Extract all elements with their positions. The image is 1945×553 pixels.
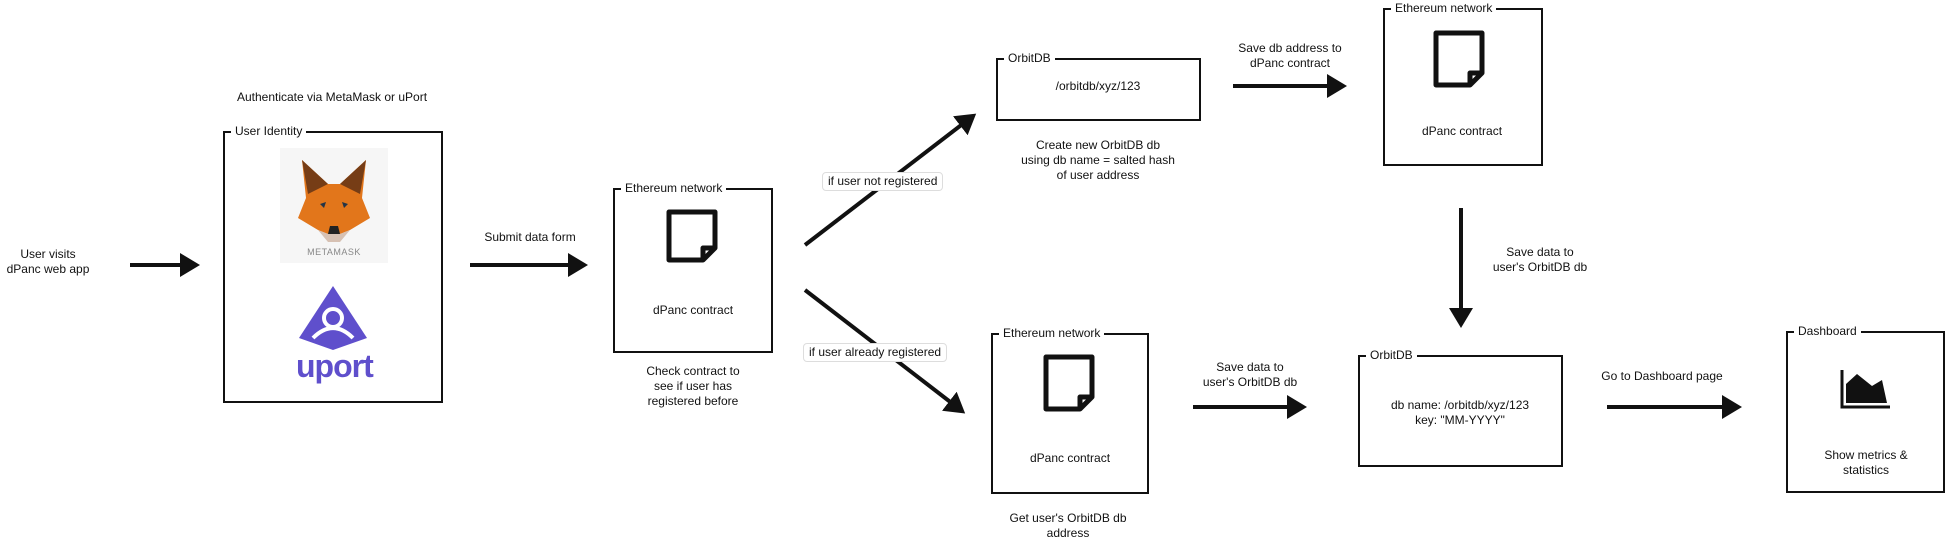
box-title: OrbitDB <box>1366 348 1417 362</box>
goto-dashboard-label: Go to Dashboard page <box>1601 369 1723 383</box>
document-icon <box>1433 30 1485 88</box>
branch-already-registered-label: if user already registered <box>803 343 948 362</box>
label-line: dPanc contract <box>1249 56 1331 70</box>
start-line-2: dPanc web app <box>6 262 90 276</box>
get-caption: Get user's OrbitDB db address <box>1010 511 1127 541</box>
check-caption: Check contract to see if user has regist… <box>646 364 739 409</box>
label-line: user's OrbitDB db <box>1492 260 1588 274</box>
start-line-1: User visits <box>20 247 76 261</box>
metamask-label: METAMASK <box>307 247 361 257</box>
box-title: Ethereum network <box>999 326 1105 340</box>
caption-line: of user address <box>1056 168 1140 182</box>
box-title: Ethereum network <box>1391 1 1497 15</box>
db-name-line: db name: /orbitdb/xyz/123 <box>1390 398 1530 412</box>
box-title: Ethereum network <box>621 181 727 195</box>
caption-line: using db name = salted hash <box>1021 153 1175 167</box>
caption-line: statistics <box>1842 463 1890 477</box>
label-line: Save db address to <box>1238 41 1342 55</box>
caption-line: see if user has <box>653 379 733 393</box>
caption-line: Get user's OrbitDB db <box>1009 511 1127 525</box>
caption-line: Check contract to <box>646 364 740 378</box>
label-line: Save data to <box>1506 245 1574 259</box>
flow-diagram: User visits dPanc web app Authenticate v… <box>0 0 1945 553</box>
uport-logo-icon <box>299 286 367 350</box>
metamask-fox-icon <box>298 160 370 242</box>
orbitdb-new-caption: Create new OrbitDB db using db name = sa… <box>1021 138 1175 183</box>
metamask-logo: METAMASK <box>280 148 388 263</box>
box-title: User Identity <box>231 124 307 138</box>
document-icon <box>666 209 718 263</box>
label-line: user's OrbitDB db <box>1202 375 1298 389</box>
contract-label: dPanc contract <box>1421 124 1503 138</box>
label-line: Save data to <box>1216 360 1284 374</box>
contract-label: dPanc contract <box>1029 451 1111 465</box>
save-data-vertical-label: Save data to user's OrbitDB db <box>1493 245 1587 275</box>
contract-label: dPanc contract <box>652 303 734 317</box>
uport-label: uport <box>296 348 374 384</box>
caption-line: Create new OrbitDB db <box>1035 138 1161 152</box>
submit-label: Submit data form <box>484 230 576 244</box>
area-chart-icon <box>1840 370 1890 409</box>
dashboard-caption: Show metrics & statistics <box>1824 448 1907 478</box>
box-title: Dashboard <box>1794 324 1861 338</box>
save-data-horizontal-label: Save data to user's OrbitDB db <box>1203 360 1297 390</box>
caption-line: address <box>1046 526 1090 540</box>
document-icon <box>1043 354 1095 412</box>
orbitdb-address: /orbitdb/xyz/123 <box>1055 79 1141 93</box>
branch-not-registered-label: if user not registered <box>822 172 944 191</box>
auth-caption: Authenticate via MetaMask or uPort <box>236 90 428 104</box>
orbitdb-store-text: db name: /orbitdb/xyz/123 key: "MM-YYYY" <box>1391 398 1529 428</box>
caption-line: registered before <box>647 394 739 408</box>
caption-line: Show metrics & <box>1824 448 1908 462</box>
box-title: OrbitDB <box>1004 51 1055 65</box>
start-text: User visits dPanc web app <box>7 247 90 277</box>
key-line: key: "MM-YYYY" <box>1415 413 1505 427</box>
save-address-label: Save db address to dPanc contract <box>1238 41 1341 71</box>
